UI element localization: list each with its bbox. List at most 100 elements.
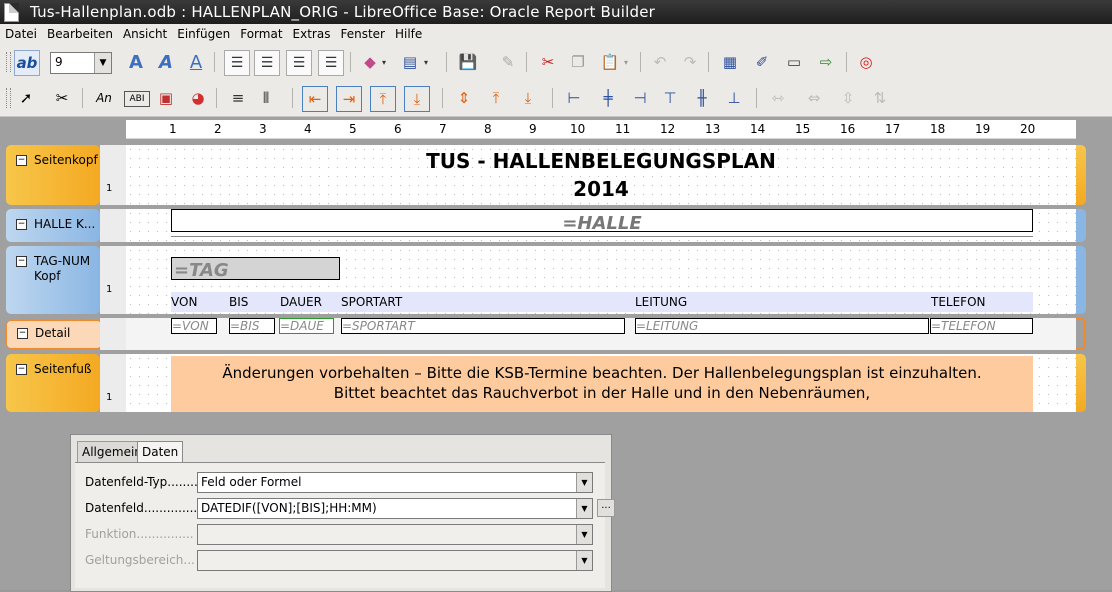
shrink-top-icon[interactable]: ⤒: [484, 86, 508, 110]
fontwork-italic-icon[interactable]: A: [154, 50, 178, 74]
section-label-detail[interactable]: − Detail: [6, 320, 102, 349]
section-label-seitenfuss[interactable]: − Seitenfuß: [6, 354, 100, 412]
chevron-down-icon[interactable]: ▼: [94, 53, 111, 73]
sort-icon[interactable]: ✐: [750, 50, 774, 74]
shrink-bottom-icon[interactable]: ⤓: [516, 86, 540, 110]
funktion-select[interactable]: ▼: [197, 524, 593, 545]
shrink-icon[interactable]: ⇕: [452, 86, 476, 110]
footer-notice[interactable]: Änderungen vorbehalten – Bitte die KSB-T…: [171, 356, 1033, 412]
horizontal-line-icon[interactable]: ≡: [226, 86, 250, 110]
von-field[interactable]: =VON: [171, 318, 217, 334]
sportart-field[interactable]: =SPORTART: [341, 318, 625, 334]
datenfeld-typ-select[interactable]: Feld oder Formel ▼: [197, 472, 593, 493]
paste-dropdown-icon[interactable]: ▾: [620, 50, 632, 74]
leitung-field[interactable]: =LEITUNG: [635, 318, 929, 334]
fontwork-underline-icon[interactable]: A: [184, 50, 208, 74]
collapse-icon[interactable]: −: [16, 155, 27, 166]
geltungsbereich-select[interactable]: ▼: [197, 550, 593, 571]
image-icon[interactable]: ▣: [154, 86, 178, 110]
toolbar-grip[interactable]: [6, 88, 11, 108]
undo-icon[interactable]: ↶: [648, 50, 672, 74]
object-align-right-icon[interactable]: ⊣: [628, 86, 652, 110]
halle-field[interactable]: =HALLE: [171, 209, 1033, 232]
section-label-tagnum[interactable]: − TAG-NUM Kopf: [6, 246, 100, 314]
align-right-edge-icon[interactable]: ⇥: [336, 86, 362, 112]
paste-icon[interactable]: 📋: [598, 50, 622, 74]
chart-icon[interactable]: ◕: [186, 86, 210, 110]
menu-hilfe[interactable]: Hilfe: [390, 24, 427, 44]
dauer-field[interactable]: =DAUE: [279, 318, 334, 334]
text-field-icon[interactable]: ABI: [124, 91, 150, 107]
object-align-top-icon[interactable]: ⊤: [658, 86, 682, 110]
divider-line[interactable]: [171, 236, 1033, 237]
list-dropdown-icon[interactable]: ▾: [420, 50, 432, 74]
copy-icon[interactable]: ❐: [566, 50, 590, 74]
toolbar-grip[interactable]: [6, 52, 11, 72]
object-align-middle-icon[interactable]: ╫: [690, 86, 714, 110]
help-icon[interactable]: ◎: [854, 50, 878, 74]
align-justify-icon[interactable]: ☰: [318, 50, 344, 76]
menu-fenster[interactable]: Fenster: [335, 24, 390, 44]
edit-icon[interactable]: ✎: [496, 50, 520, 74]
same-width-icon[interactable]: ⇿: [766, 86, 790, 110]
object-align-center-icon[interactable]: ╪: [596, 86, 620, 110]
column-header-telefon[interactable]: TELEFON: [931, 295, 986, 309]
menu-format[interactable]: Format: [235, 24, 287, 44]
align-top-edge-icon[interactable]: ⤒: [370, 86, 396, 112]
align-right-icon[interactable]: ☰: [286, 50, 312, 76]
collapse-icon[interactable]: −: [16, 364, 27, 375]
list-icon[interactable]: ▤: [398, 50, 422, 74]
menu-bearbeiten[interactable]: Bearbeiten: [42, 24, 118, 44]
page-header-icon[interactable]: ▭: [782, 50, 806, 74]
align-bottom-edge-icon[interactable]: ⤓: [404, 86, 430, 112]
section-tagnum[interactable]: =TAG VON BIS DAUER SPORTART LEITUNG TELE…: [126, 246, 1076, 314]
chevron-down-icon[interactable]: ▼: [576, 499, 592, 518]
smallest-icon[interactable]: ⇅: [868, 86, 892, 110]
report-navigator-icon[interactable]: ▦: [718, 50, 742, 74]
report-title[interactable]: TUS - HALLENBELEGUNGSPLAN 2014: [126, 147, 1076, 203]
datenfeld-more-button[interactable]: ...: [597, 499, 615, 517]
font-size-combo[interactable]: 9 ▼: [50, 52, 112, 74]
chevron-down-icon[interactable]: ▼: [576, 551, 592, 570]
column-header-dauer[interactable]: DAUER: [280, 295, 322, 309]
tab-daten[interactable]: Daten: [137, 441, 184, 463]
object-align-bottom-icon[interactable]: ⊥: [722, 86, 746, 110]
collapse-icon[interactable]: −: [16, 219, 27, 230]
save-icon[interactable]: 💾: [456, 50, 480, 74]
menu-einfuegen[interactable]: Einfügen: [172, 24, 235, 44]
same-both-icon[interactable]: ⇳: [836, 86, 860, 110]
chevron-down-icon[interactable]: ▼: [576, 525, 592, 544]
same-height-icon[interactable]: ⇔: [802, 86, 826, 110]
section-seitenkopf[interactable]: TUS - HALLENBELEGUNGSPLAN 2014: [126, 145, 1076, 205]
select-icon[interactable]: ➚: [14, 86, 38, 110]
text-style-icon[interactable]: ab: [14, 50, 40, 76]
fontwork-shadow-icon[interactable]: A: [124, 50, 148, 74]
section-detail[interactable]: =VON =BIS =DAUE =SPORTART =LEITUNG =TELE…: [126, 318, 1076, 350]
label-icon[interactable]: An: [92, 86, 116, 110]
align-left-edge-icon[interactable]: ⇤: [302, 86, 328, 112]
collapse-icon[interactable]: −: [16, 256, 27, 267]
align-center-icon[interactable]: ☰: [254, 50, 280, 76]
section-label-seitenkopf[interactable]: − Seitenkopf: [6, 145, 100, 205]
column-header-von[interactable]: VON: [171, 295, 197, 309]
section-halle[interactable]: =HALLE: [126, 209, 1076, 242]
collapse-icon[interactable]: −: [17, 328, 28, 339]
tag-field[interactable]: =TAG: [171, 257, 340, 280]
add-field-icon[interactable]: ⇨: [814, 50, 838, 74]
menu-extras[interactable]: Extras: [288, 24, 336, 44]
cut-icon[interactable]: ✂: [536, 50, 560, 74]
section-label-halle[interactable]: − HALLE K...: [6, 209, 100, 242]
column-header-sportart[interactable]: SPORTART: [341, 295, 402, 309]
controls-icon[interactable]: ✂: [50, 86, 74, 110]
column-header-bis[interactable]: BIS: [229, 295, 248, 309]
align-left-icon[interactable]: ☰: [224, 50, 250, 76]
vertical-line-icon[interactable]: ⦀: [254, 86, 278, 110]
chevron-down-icon[interactable]: ▼: [576, 473, 592, 492]
menu-datei[interactable]: Datei: [0, 24, 42, 44]
object-align-left-icon[interactable]: ⊢: [562, 86, 586, 110]
column-header-leitung[interactable]: LEITUNG: [635, 295, 687, 309]
shapes-dropdown-icon[interactable]: ▾: [378, 50, 390, 74]
datenfeld-select[interactable]: DATEDIF([VON];[BIS];HH:MM) ▼: [197, 498, 593, 519]
bis-field[interactable]: =BIS: [229, 318, 275, 334]
menu-ansicht[interactable]: Ansicht: [118, 24, 172, 44]
